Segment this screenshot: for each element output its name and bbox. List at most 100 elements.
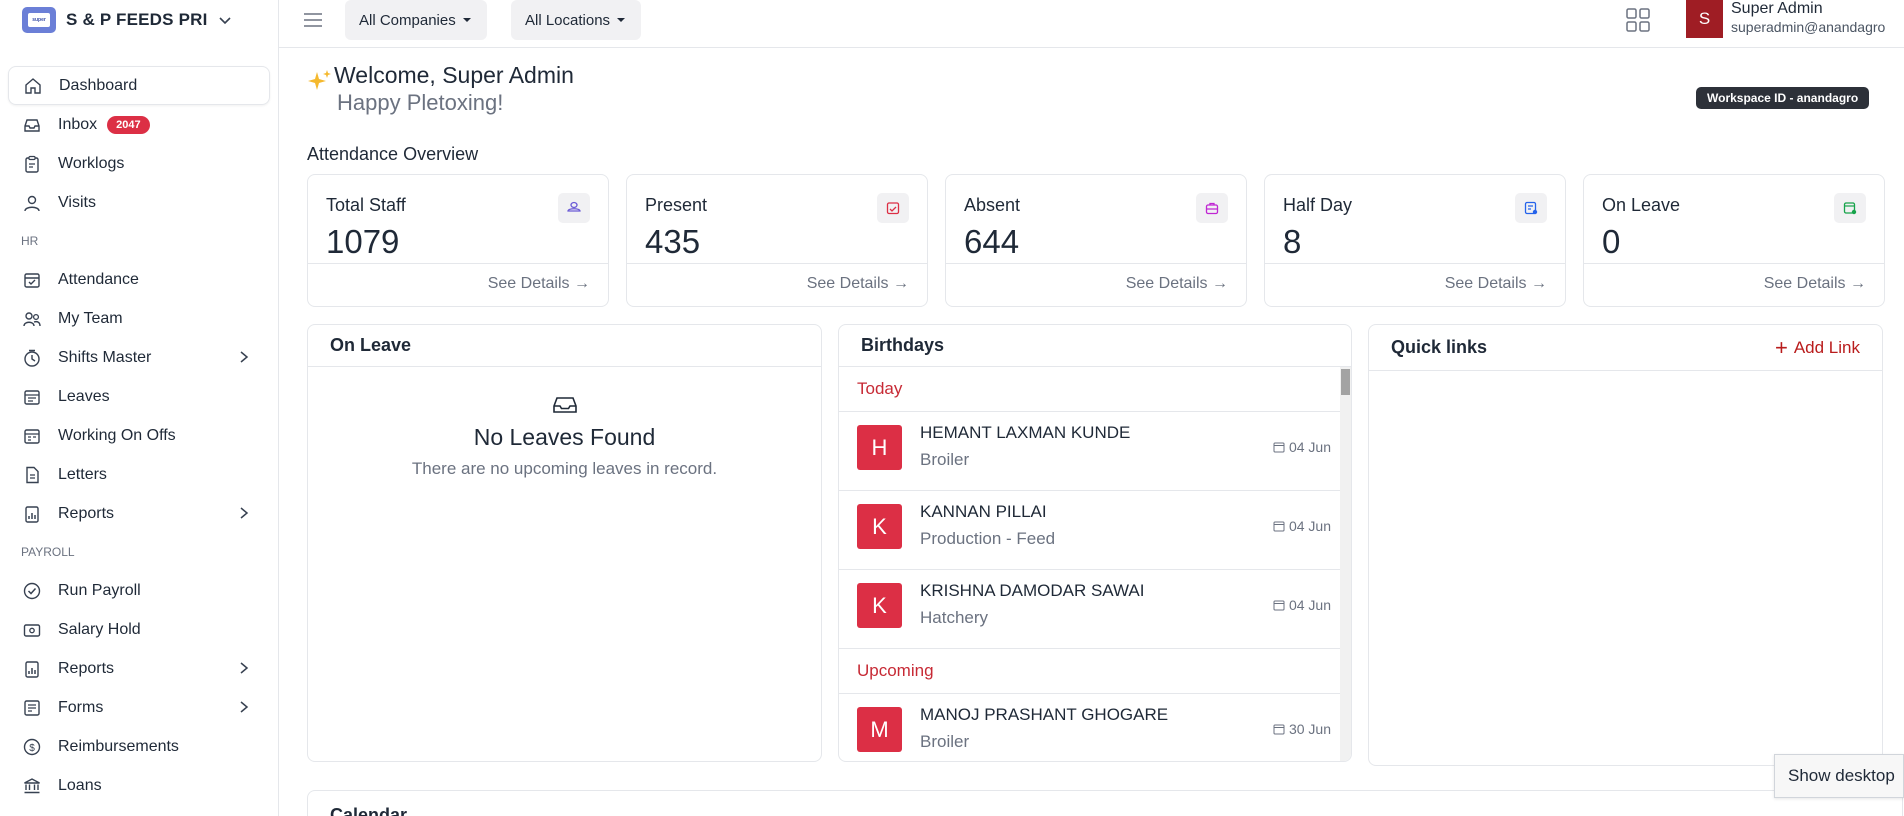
sidebar-item-working-on-offs[interactable]: Working On Offs: [8, 416, 270, 455]
stat-card-absent: Absent 644 See Details →: [945, 174, 1247, 307]
calendar-title: Calendar: [330, 805, 408, 816]
sidebar-item-attendance[interactable]: Attendance: [8, 260, 270, 299]
birthday-date-text: 04 Jun: [1288, 439, 1331, 455]
scrollbar-thumb[interactable]: [1341, 369, 1350, 395]
avatar: H: [857, 425, 902, 470]
sidebar-item-salary-hold[interactable]: Salary Hold: [8, 610, 270, 649]
see-details-link[interactable]: See Details →: [1764, 275, 1866, 293]
sidebar-item-letters[interactable]: Letters: [8, 455, 270, 494]
see-details-label: See Details: [1125, 275, 1208, 292]
clock-icon: [22, 348, 42, 368]
sidebar-item-loans[interactable]: Loans: [8, 766, 270, 805]
birthday-row[interactable]: K KANNAN PILLAI Production - Feed 04 Jun: [839, 491, 1351, 570]
chevron-right-icon: [240, 351, 249, 363]
company-logo: super: [22, 7, 56, 33]
company-switcher[interactable]: super S & P FEEDS PRI: [0, 0, 278, 40]
birthday-date: 04 Jun: [1273, 439, 1331, 455]
sidebar-item-worklogs[interactable]: Worklogs: [8, 144, 270, 183]
sidebar-item-label: My Team: [58, 309, 123, 327]
sidebar: super S & P FEEDS PRI Dashboard Inbox 20…: [0, 0, 279, 816]
topbar: All Companies All Locations S Super Admi…: [279, 0, 1904, 48]
inbox-count-badge: 2047: [107, 115, 150, 134]
stat-card-on-leave: On Leave 0 See Details →: [1583, 174, 1885, 307]
divider: [1584, 263, 1884, 264]
stat-value: 0: [1602, 223, 1621, 260]
calendar-panel: Calendar: [307, 790, 1903, 816]
apps-grid-icon[interactable]: [1626, 8, 1650, 32]
sidebar-item-forms[interactable]: Forms: [8, 688, 270, 727]
stat-card-total-staff: Total Staff 1079 See Details →: [307, 174, 609, 307]
empty-title: No Leaves Found: [473, 424, 656, 450]
see-details-link[interactable]: See Details →: [1126, 275, 1228, 293]
calendar-icon: [1273, 521, 1285, 532]
birthday-group-today: Today: [839, 367, 1351, 412]
company-filter-dropdown[interactable]: All Companies: [345, 0, 487, 40]
sidebar-item-label: Run Payroll: [58, 581, 141, 599]
see-details-link[interactable]: See Details →: [807, 275, 909, 293]
divider: [946, 263, 1246, 264]
stat-card-half-day: Half Day 8 See Details →: [1264, 174, 1566, 307]
stat-value: 435: [645, 223, 701, 260]
show-desktop-tooltip: Show desktop: [1774, 754, 1904, 798]
birthday-department: Broiler: [920, 732, 970, 751]
quick-links-header: Quick links + Add Link: [1369, 325, 1882, 371]
user-name: Super Admin: [1731, 0, 1823, 17]
see-details-link[interactable]: See Details →: [488, 275, 590, 293]
sidebar-item-label: Salary Hold: [58, 620, 141, 638]
sidebar-item-inbox[interactable]: Inbox 2047: [8, 105, 270, 144]
birthdays-panel: Birthdays Today H HEMANT LAXMAN KUNDE Br…: [838, 324, 1352, 762]
inbox-icon: [22, 115, 42, 135]
user-avatar[interactable]: S: [1686, 0, 1723, 38]
stat-value: 1079: [326, 223, 400, 260]
sidebar-item-dashboard[interactable]: Dashboard: [8, 66, 270, 105]
on-leave-empty-state: No Leaves Found There are no upcoming le…: [308, 367, 821, 479]
sidebar-item-payroll-reports[interactable]: Reports: [8, 649, 270, 688]
dollar-circle-icon: $: [22, 737, 42, 757]
sidebar-item-label: Letters: [58, 465, 107, 483]
sidebar-item-hr-reports[interactable]: Reports: [8, 494, 270, 533]
see-details-link[interactable]: See Details →: [1445, 275, 1547, 293]
empty-subtitle: There are no upcoming leaves in record.: [411, 459, 718, 478]
sidebar-item-label: Reimbursements: [58, 737, 179, 755]
sidebar-item-reimbursements[interactable]: $ Reimbursements: [8, 727, 270, 766]
see-details-label: See Details: [1763, 275, 1846, 292]
sidebar-item-label: Reports: [58, 659, 115, 677]
home-icon: [23, 76, 43, 96]
quick-links-title: Quick links: [1391, 337, 1488, 357]
company-filter-label: All Companies: [359, 11, 456, 29]
attendance-overview-title: Attendance Overview: [307, 144, 479, 164]
chevron-down-icon: [218, 17, 231, 25]
birthday-date: 30 Jun: [1273, 721, 1331, 737]
arrow-right-icon: →: [1212, 275, 1228, 292]
add-link-button[interactable]: + Add Link: [1775, 337, 1860, 359]
stat-label: On Leave: [1602, 195, 1681, 215]
check-circle-icon: [22, 581, 42, 601]
sidebar-item-shifts-master[interactable]: Shifts Master: [8, 338, 270, 377]
calendar-check-icon: [877, 193, 909, 223]
sidebar-item-label: Working On Offs: [58, 426, 176, 444]
briefcase-icon: [1196, 193, 1228, 223]
arrow-right-icon: →: [574, 275, 590, 292]
location-filter-dropdown[interactable]: All Locations: [511, 0, 642, 40]
sidebar-item-label: Dashboard: [59, 76, 138, 94]
birthday-row[interactable]: M MANOJ PRASHANT GHOGARE Broiler 30 Jun: [839, 694, 1351, 761]
sidebar-nav: Dashboard Inbox 2047 Worklogs Visits HR …: [0, 40, 278, 805]
user-icon: [22, 193, 42, 213]
sidebar-item-my-team[interactable]: My Team: [8, 299, 270, 338]
report-icon: [22, 659, 42, 679]
birthday-row[interactable]: K KRISHNA DAMODAR SAWAI Hatchery 04 Jun: [839, 570, 1351, 649]
chevron-right-icon: [240, 507, 249, 519]
sidebar-section-hr: HR: [21, 234, 39, 248]
calendar-off-icon: [22, 426, 42, 446]
stat-label: Absent: [964, 195, 1021, 215]
wallet-icon: [22, 620, 42, 640]
sidebar-item-label: Visits: [58, 193, 96, 211]
sidebar-item-run-payroll[interactable]: Run Payroll: [8, 571, 270, 610]
stat-value: 644: [964, 223, 1020, 260]
birthday-row[interactable]: H HEMANT LAXMAN KUNDE Broiler 04 Jun: [839, 412, 1351, 491]
sidebar-item-visits[interactable]: Visits: [8, 183, 270, 222]
sidebar-item-leaves[interactable]: Leaves: [8, 377, 270, 416]
quick-links-panel: Quick links + Add Link: [1368, 324, 1883, 766]
birthdays-scrollbar[interactable]: [1340, 367, 1351, 761]
hamburger-menu-icon[interactable]: [302, 9, 324, 31]
